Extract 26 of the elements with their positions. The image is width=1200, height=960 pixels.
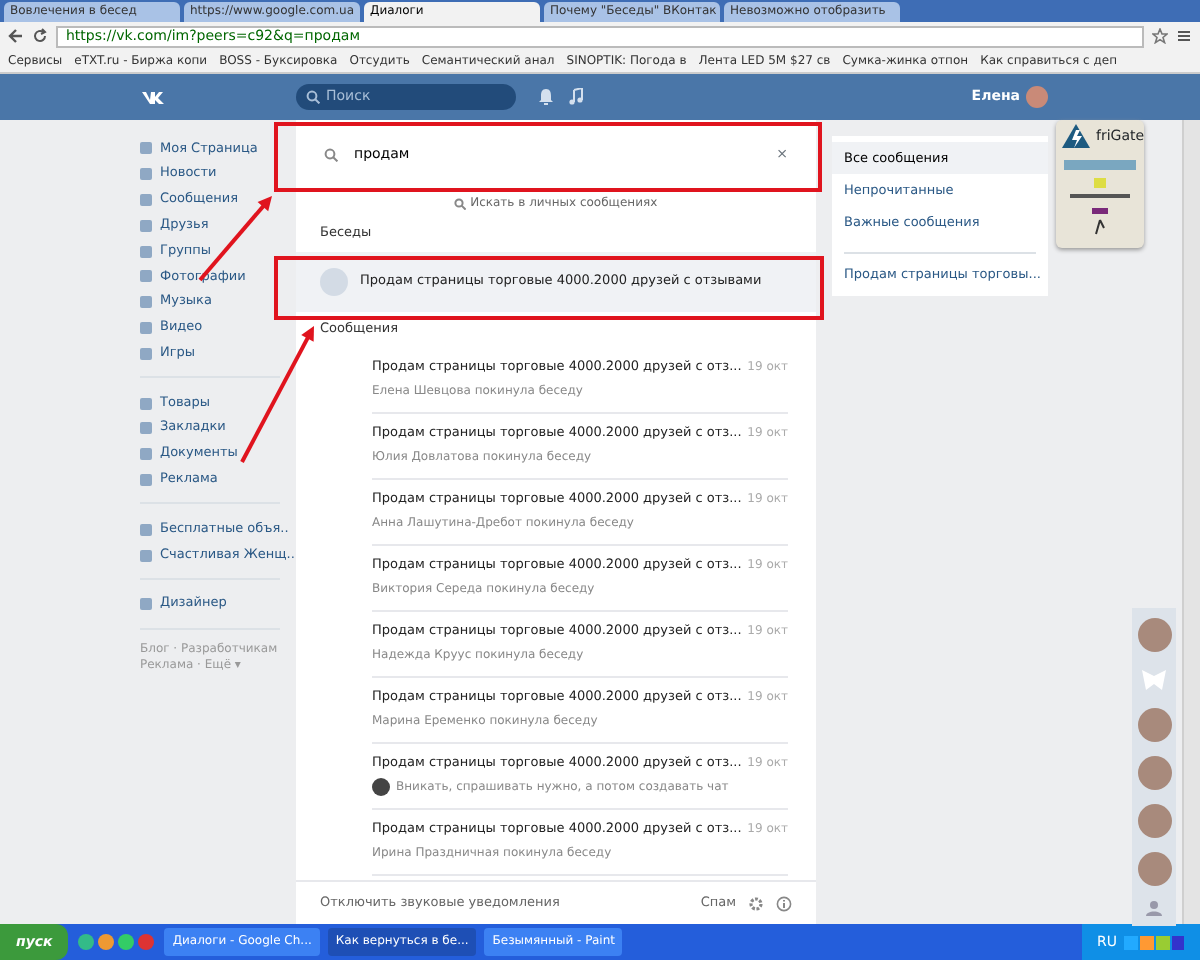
- widget-drawing: [1064, 160, 1136, 240]
- music-icon[interactable]: [567, 88, 583, 106]
- settings-icon[interactable]: [748, 895, 764, 911]
- person-icon[interactable]: [1144, 900, 1164, 916]
- contact-avatar[interactable]: [1137, 804, 1171, 838]
- search-icon: [306, 90, 320, 104]
- tray-icons-drawing[interactable]: [1124, 933, 1184, 951]
- contact-avatar[interactable]: [1137, 708, 1171, 742]
- contact-avatar[interactable]: [1137, 852, 1171, 886]
- quick-launch-drawing[interactable]: [76, 932, 157, 952]
- logo-icon[interactable]: [140, 87, 168, 106]
- conversation-avatar: [320, 267, 348, 296]
- search-icon: [454, 197, 467, 209]
- scrollbar[interactable]: [1182, 120, 1200, 924]
- sender-avatar: [372, 778, 390, 797]
- menu-icon[interactable]: [1176, 28, 1192, 44]
- reload-icon[interactable]: [32, 28, 48, 44]
- contact-avatar[interactable]: [1137, 756, 1171, 790]
- star-icon[interactable]: [1152, 28, 1168, 44]
- menu-item-icon: [140, 598, 152, 611]
- back-icon[interactable]: [8, 28, 24, 44]
- contact-avatar[interactable]: [1137, 618, 1171, 652]
- search-icon: [324, 147, 338, 161]
- bell-icon[interactable]: [537, 88, 553, 106]
- lightning-icon: [1062, 124, 1090, 152]
- info-icon[interactable]: [776, 895, 792, 911]
